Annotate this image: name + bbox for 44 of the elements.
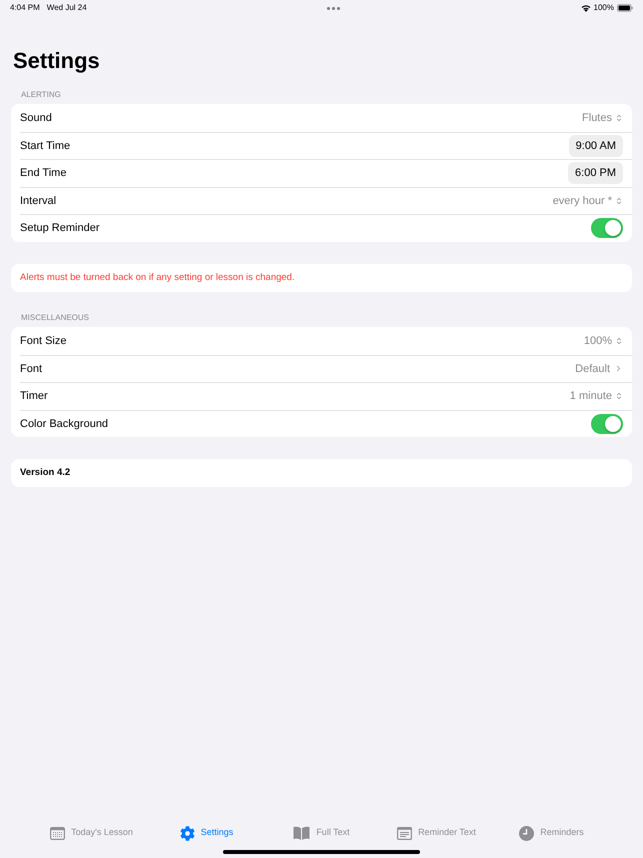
section-header: MISCELLANEOUS (21, 313, 90, 323)
chevron-right-icon (614, 364, 623, 374)
tab-bar-item[interactable]: Reminders (494, 823, 609, 843)
toggle-switch[interactable] (591, 414, 623, 434)
tab-bar-item[interactable]: Settings (149, 823, 264, 843)
time-button[interactable]: 6:00 PM (568, 162, 623, 184)
tab-bar-item[interactable]: Full Text (264, 823, 379, 843)
picker-button[interactable]: 100% (584, 332, 623, 349)
up-down-chevron-icon (615, 114, 623, 122)
clock-icon (519, 826, 534, 840)
text-document-icon (397, 826, 412, 840)
row-label: Interval (20, 194, 56, 208)
row-label: Font Size (20, 334, 66, 348)
battery-icon (617, 4, 633, 12)
row-label: Setup Reminder (20, 221, 100, 236)
status-date: Wed Jul 24 (46, 2, 87, 14)
row-label: Start Time (20, 138, 70, 154)
wifi-icon (580, 4, 591, 12)
value-button[interactable]: Default (575, 360, 623, 377)
row-label: Color Background (20, 416, 108, 432)
battery-percent: 100% (594, 2, 614, 14)
tab-bar-item[interactable]: Reminder Text (379, 823, 494, 843)
row-label: Sound (20, 110, 52, 126)
row-label: Timer (20, 389, 48, 404)
time-button[interactable]: 9:00 AM (568, 134, 623, 157)
section-header: ALERTING (21, 90, 61, 100)
row-label: End Time (20, 166, 66, 181)
picker-button[interactable]: every hour * (552, 192, 623, 209)
ellipsis-icon (327, 6, 340, 10)
calendar-icon (50, 826, 66, 840)
up-down-chevron-icon (615, 336, 623, 345)
status-time: 4:04 PM (10, 2, 40, 14)
open-book-icon (293, 826, 310, 840)
up-down-chevron-icon (615, 196, 623, 205)
picker-button[interactable]: Flutes (582, 110, 623, 126)
up-down-chevron-icon (615, 392, 623, 400)
picker-button[interactable]: 1 minute (570, 388, 623, 404)
toggle-switch[interactable] (591, 218, 623, 238)
gear-icon (180, 826, 195, 840)
version-label: Version 4.2 (20, 466, 70, 480)
alert-note: Alerts must be turned back on if any setting or lesson is changed. (20, 270, 295, 285)
tab-bar-item[interactable]: Today's Lesson (34, 823, 149, 843)
row-label: Font (20, 362, 42, 376)
page-title: Settings (13, 48, 100, 74)
